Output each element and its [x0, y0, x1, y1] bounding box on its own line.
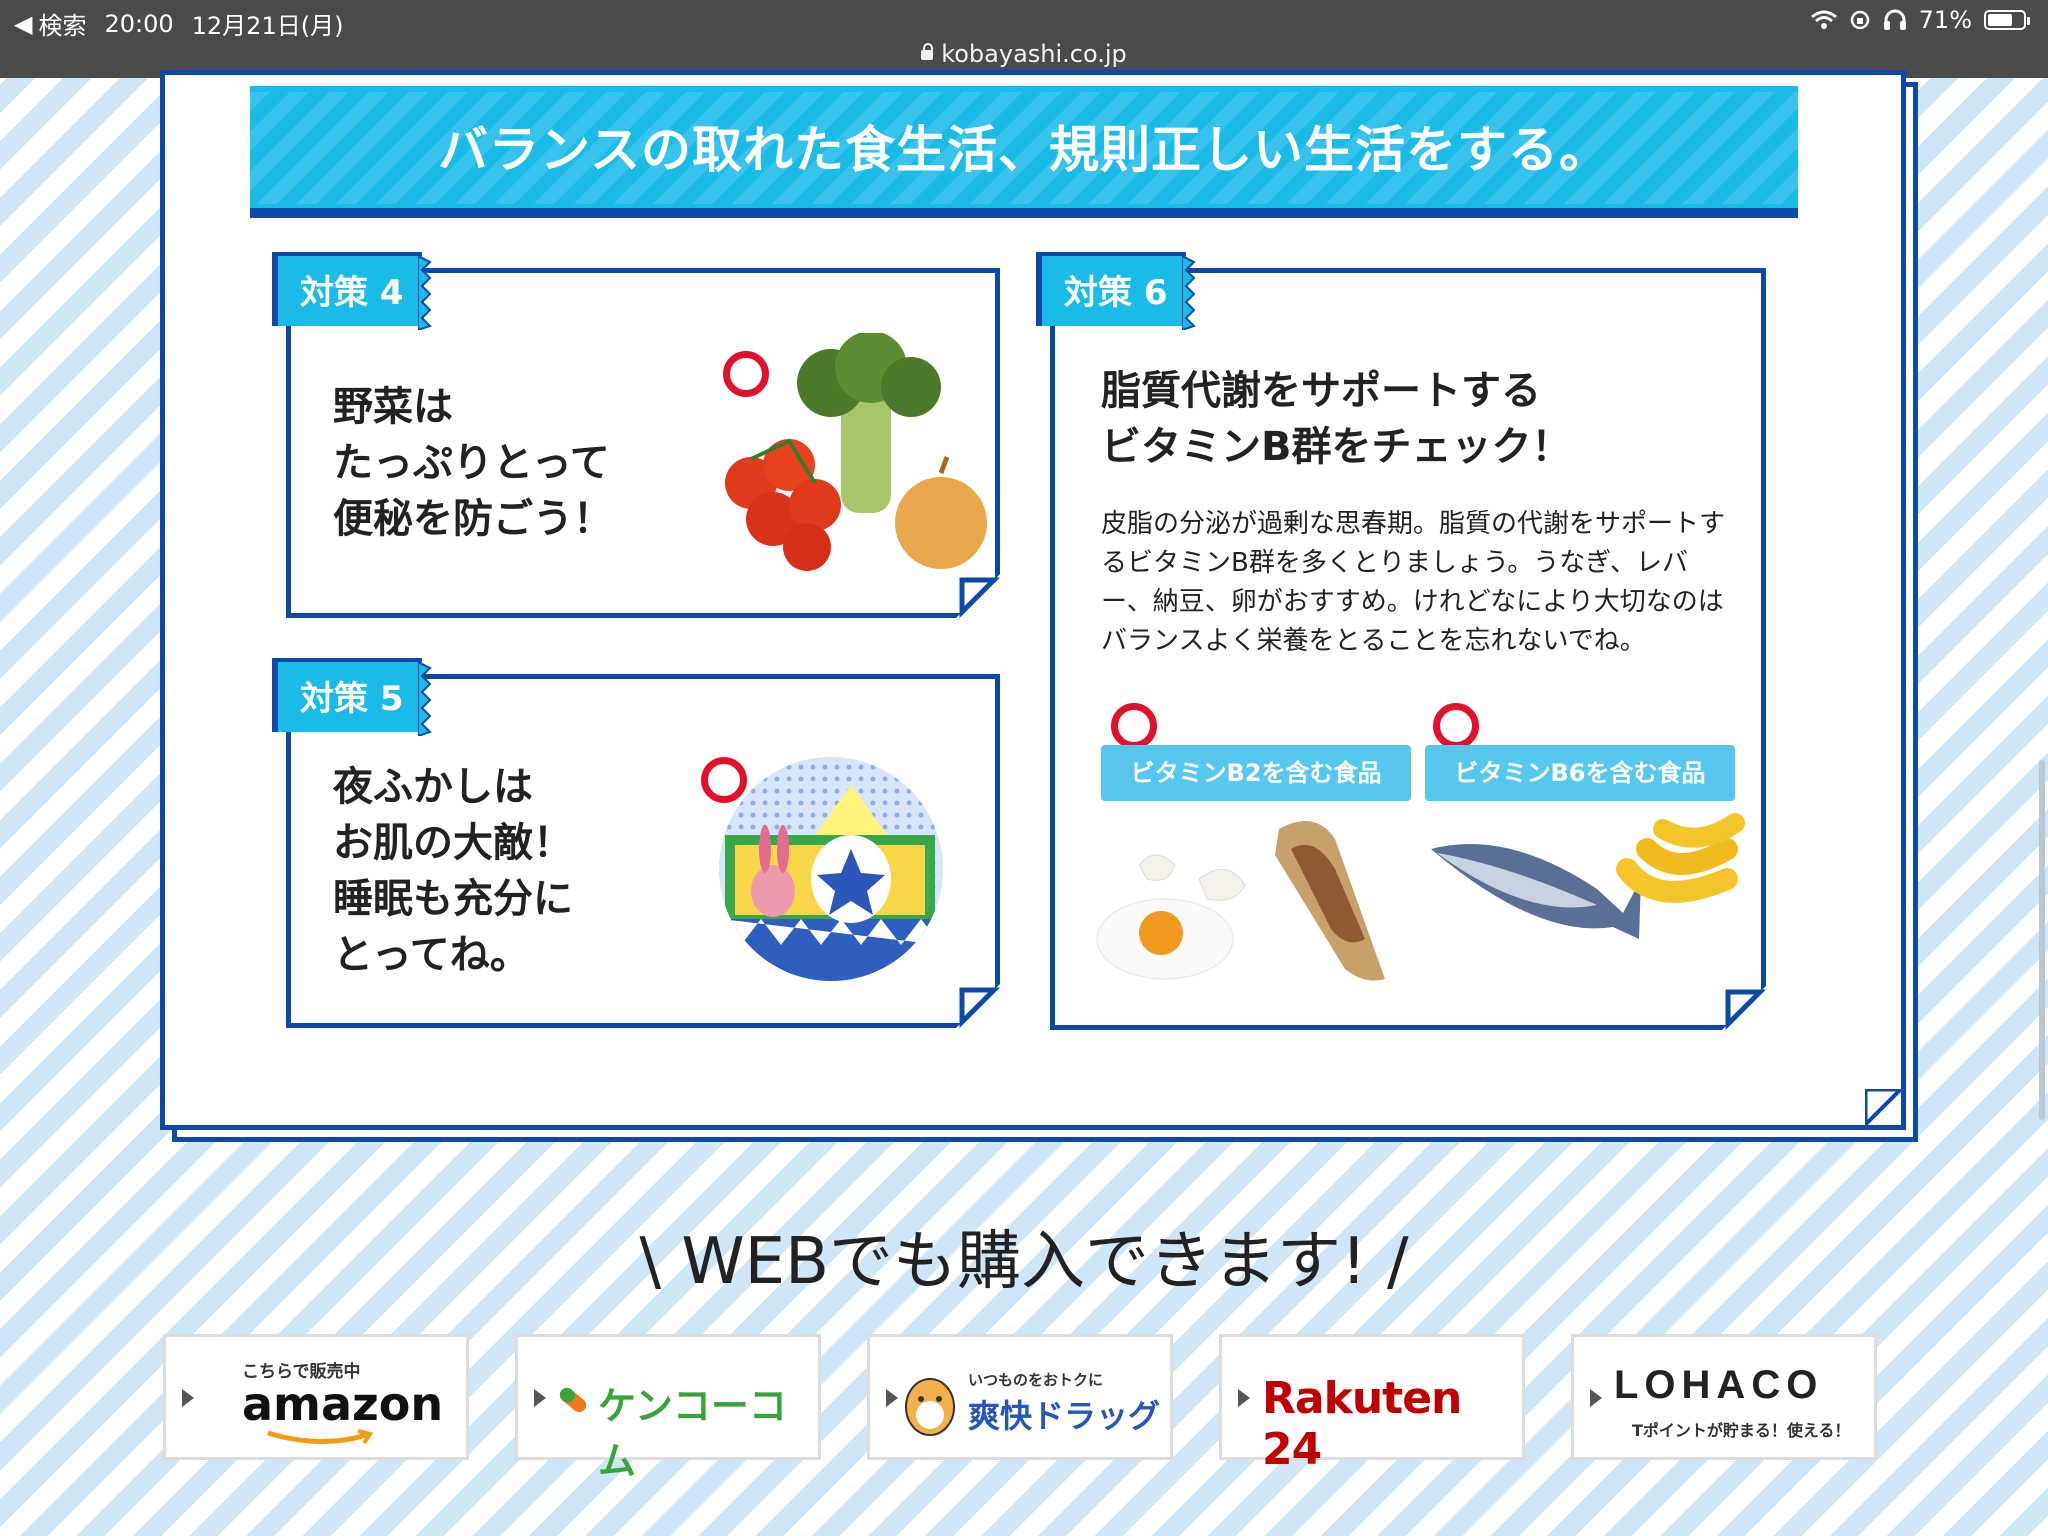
recommended-circle-icon — [1433, 703, 1479, 749]
status-right: 71% — [1810, 6, 2030, 34]
lohaco-subtext: Tポイントが貯まる！使える！ — [1632, 1421, 1851, 1440]
recommended-circle-icon — [1111, 703, 1157, 749]
battery-icon — [1984, 10, 2030, 30]
capsule-icon — [559, 1387, 587, 1413]
sleep-illustration — [719, 757, 943, 981]
banner-title: バランスの取れた食生活、規則正しい生活をする。 — [438, 121, 1610, 179]
arrow-icon — [182, 1389, 194, 1407]
page-fold-corner — [1865, 1089, 1901, 1125]
page-fold-icon — [1722, 986, 1766, 1030]
arrow-icon — [1590, 1389, 1602, 1407]
back-to-search[interactable]: ◀ 検索 — [14, 6, 86, 41]
status-date: 12月21日(月) — [191, 12, 344, 40]
tip-card-6-title: 脂質代謝をサポートする ビタミンB群をチェック！ — [1101, 368, 1572, 470]
tip-card-6: 脂質代謝をサポートする ビタミンB群をチェック！ 皮脂の分泌が過剰な思春期。脂質… — [1050, 268, 1766, 1030]
tip-card-5-tag-label: 対策 5 — [300, 679, 404, 719]
kenko-logo: ケンコーコム — [598, 1384, 787, 1483]
battery-fill — [1988, 14, 2012, 26]
back-label: 検索 — [38, 12, 87, 40]
tip-card-6-tag-label: 対策 6 — [1064, 273, 1168, 313]
tag-edge-icon — [1182, 256, 1196, 330]
fish-banana-illustration — [1431, 813, 1745, 939]
lohaco-logo: LOHACO — [1614, 1363, 1824, 1407]
tip-card-5-tag: 対策 5 — [272, 658, 432, 736]
shop-lohaco-button[interactable]: LOHACO Tポイントが貯まる！使える！ — [1571, 1334, 1877, 1460]
tip-card-4-title: 野菜は たっぷりとって 便秘を防ごう！ — [333, 384, 613, 542]
amazon-logo: amazon — [242, 1377, 444, 1431]
battery-percent: 71% — [1918, 6, 1972, 34]
headphones-icon — [1883, 9, 1906, 30]
orientation-lock-icon — [1850, 10, 1869, 30]
recommended-circle-icon — [701, 757, 747, 803]
tip-card-6-tag: 対策 6 — [1036, 252, 1196, 330]
lock-icon — [921, 43, 934, 60]
shop-sokai-button[interactable]: いつものをおトクに 爽快ドラッグ — [867, 1334, 1173, 1460]
status-time: 20:00 — [104, 9, 174, 38]
web-purchase-title: \ WEBでも購入できます! / — [639, 1225, 1409, 1299]
page-fold-icon — [956, 574, 1000, 618]
sokai-logo: 爽快ドラッグ — [968, 1397, 1161, 1435]
tip-card-4-tag-label: 対策 4 — [300, 273, 404, 313]
shop-kenko-button[interactable]: ケンコーコム — [515, 1334, 821, 1483]
tip-card-4-tag: 対策 4 — [272, 252, 432, 330]
vitamin-b2-foods-label: ビタミンB2を含む食品 — [1101, 745, 1411, 801]
tag-edge-icon — [418, 256, 432, 330]
arrow-icon — [886, 1389, 898, 1407]
amazon-smile-icon — [267, 1429, 374, 1445]
status-left: ◀ 検索 20:00 12月21日(月) — [14, 6, 343, 41]
egg-natto-illustration — [1096, 821, 1385, 981]
tip-card-6-body: 皮脂の分泌が過剰な思春期。脂質の代謝をサポートするビタミンB群を多くとりましょう… — [1101, 509, 1726, 656]
arrow-icon — [1238, 1389, 1250, 1407]
browser-top-bar: ◀ 検索 20:00 12月21日(月) 71% kobayashi.co.jp — [0, 0, 2048, 78]
section-banner: バランスの取れた食生活、規則正しい生活をする。 — [250, 86, 1798, 218]
scrollbar-thumb[interactable] — [2039, 760, 2045, 1120]
shop-rakuten-button[interactable]: Rakuten 24 — [1219, 1334, 1525, 1475]
hamster-mascot-icon — [905, 1378, 955, 1436]
address-bar[interactable]: kobayashi.co.jp — [0, 40, 2048, 68]
rakuten-logo: Rakuten 24 — [1262, 1373, 1462, 1475]
wifi-icon — [1810, 10, 1837, 29]
recommended-circle-icon — [723, 351, 769, 397]
shop-amazon-button[interactable]: こちらで販売中 amazon — [163, 1334, 469, 1460]
url-text: kobayashi.co.jp — [941, 40, 1127, 68]
page-fold-icon — [956, 984, 1000, 1028]
vitamin-b6-foods-label: ビタミンB6を含む食品 — [1425, 745, 1735, 801]
tip-card-5-title: 夜ふかしは お肌の大敵！ 睡眠も充分に とってね。 — [333, 764, 573, 978]
back-arrow-icon: ◀ — [14, 9, 33, 38]
tag-edge-icon — [418, 662, 432, 736]
sokai-subtext: いつものをおトクに — [968, 1371, 1104, 1389]
shop-links: こちらで販売中 amazon ケンコーコム いつものをおトクに 爽快ドラッグ R… — [163, 1334, 1877, 1483]
arrow-icon — [534, 1389, 546, 1407]
